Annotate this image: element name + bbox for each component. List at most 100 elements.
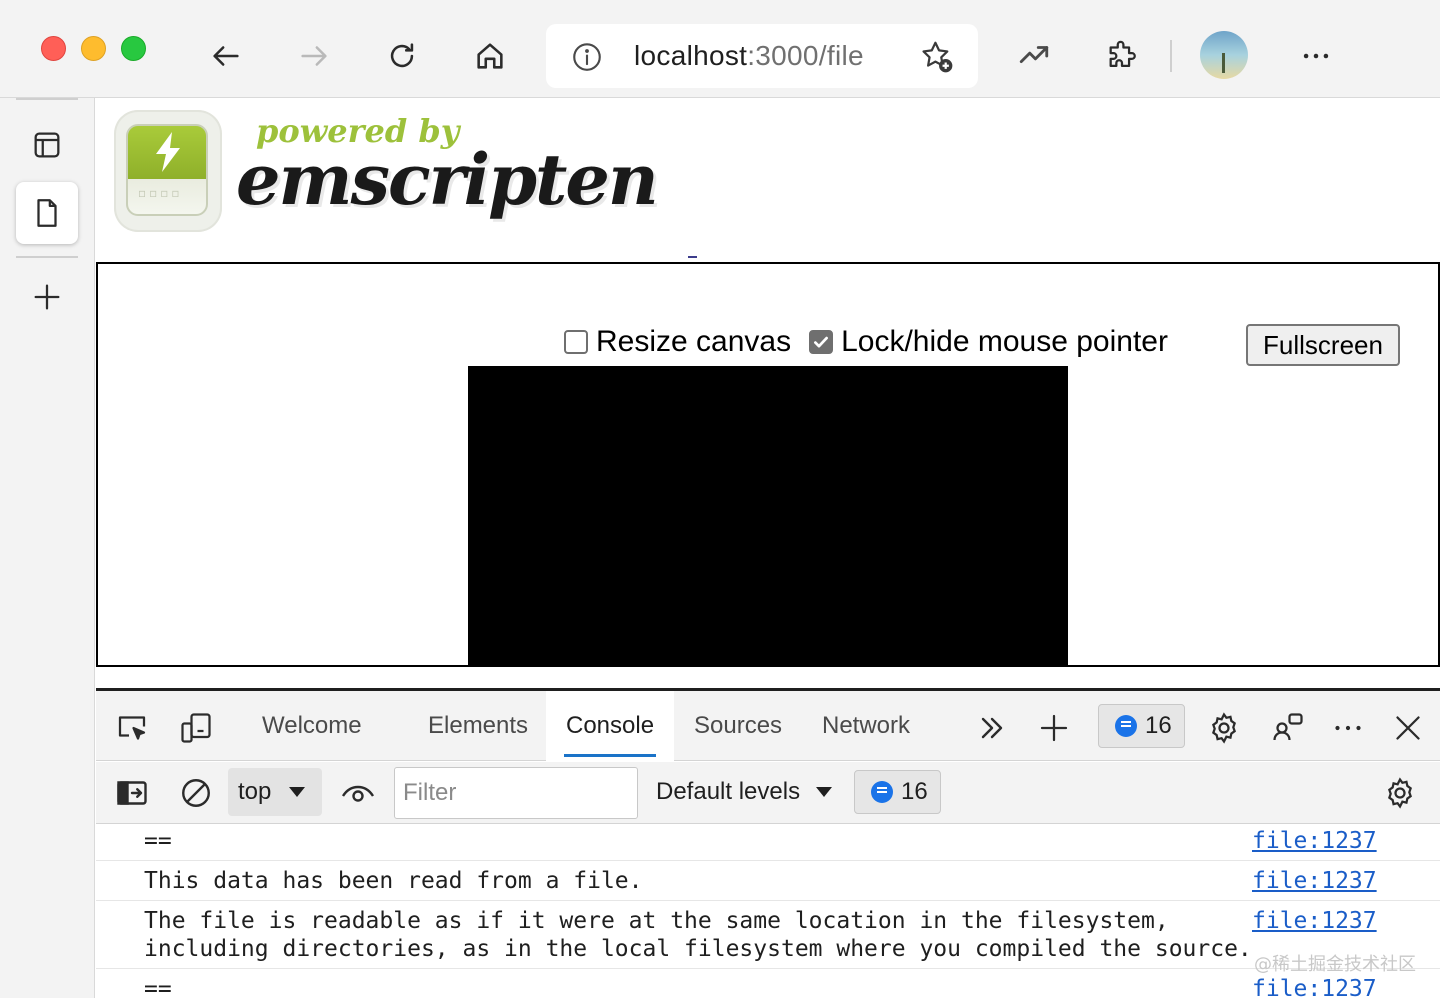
- console-toolbar: top Default levels 16: [96, 762, 1440, 824]
- tab-console[interactable]: Console: [546, 691, 675, 761]
- console-source-link[interactable]: file:1237: [1252, 827, 1377, 855]
- canvas-controls: Resize canvas Lock/hide mouse pointer: [564, 324, 1186, 360]
- console-message: The file is readable as if it were at th…: [96, 901, 1440, 969]
- devtools-panel: Welcome Elements Console Sources Network…: [96, 688, 1440, 998]
- zoom-window-button[interactable]: [121, 36, 146, 61]
- console-message-text: ==: [144, 976, 172, 998]
- gear-icon: [1212, 712, 1236, 744]
- device-emulation-button[interactable]: [176, 708, 216, 748]
- minimize-window-button[interactable]: [81, 36, 106, 61]
- console-settings-button[interactable]: [1380, 773, 1420, 813]
- sidebar-divider: [16, 256, 78, 258]
- resize-canvas-label[interactable]: Resize canvas: [596, 325, 791, 359]
- device-toggle-icon: [181, 713, 211, 743]
- add-favorite-icon[interactable]: [918, 38, 956, 76]
- context-value: top: [238, 778, 272, 805]
- sidebar-toggle-icon: [117, 781, 147, 805]
- lock-pointer-label[interactable]: Lock/hide mouse pointer: [841, 325, 1168, 359]
- lock-pointer-checkbox[interactable]: [809, 330, 834, 354]
- more-horizontal-icon: [1335, 725, 1361, 731]
- tab-welcome[interactable]: Welcome: [242, 691, 382, 761]
- tab-sources[interactable]: Sources: [674, 691, 802, 761]
- fullscreen-button[interactable]: Fullscreen: [1246, 324, 1400, 366]
- javascript-context-select[interactable]: top: [228, 768, 322, 816]
- console-filter-input[interactable]: [394, 767, 638, 819]
- tab-actions-button[interactable]: [16, 114, 78, 176]
- caret-down-icon: [816, 787, 833, 797]
- sidebar-tab-file[interactable]: [16, 182, 78, 244]
- home-button[interactable]: [468, 34, 512, 78]
- logo-wordmark: emscripten: [236, 138, 659, 221]
- console-message-counter[interactable]: 16: [854, 770, 941, 814]
- gear-icon: [1388, 777, 1412, 809]
- show-console-sidebar-button[interactable]: [112, 773, 152, 813]
- browser-titlebar: localhost:3000/file: [0, 0, 1440, 98]
- toolbar-divider: [1170, 40, 1172, 72]
- puzzle-icon: [1109, 40, 1136, 68]
- extensions-button[interactable]: [1100, 34, 1144, 78]
- document-icon: [37, 199, 57, 227]
- feedback-button[interactable]: [1268, 708, 1308, 748]
- sidebar-divider: [16, 98, 78, 100]
- address-url[interactable]: localhost:3000/file: [634, 40, 864, 72]
- tab-network[interactable]: Network: [802, 691, 930, 761]
- forward-button[interactable]: [292, 34, 336, 78]
- watermark: @稀土掘金技术社区: [1254, 954, 1416, 975]
- vertical-tabs-sidebar: [0, 98, 95, 998]
- close-devtools-button[interactable]: [1388, 708, 1428, 748]
- address-bar[interactable]: localhost:3000/file: [546, 24, 978, 88]
- console-source-link[interactable]: file:1237: [1252, 975, 1377, 998]
- emscripten-logo[interactable]: ▫▫▫▫ powered by emscripten: [114, 110, 659, 236]
- add-tool-button[interactable]: [1034, 708, 1074, 748]
- info-icon[interactable]: [570, 40, 604, 74]
- close-icon: [1396, 716, 1420, 740]
- devtools-settings-button[interactable]: [1204, 708, 1244, 748]
- eye-icon: [341, 785, 375, 802]
- more-tabs-button[interactable]: [972, 708, 1012, 748]
- refresh-icon: [390, 43, 414, 68]
- performance-button[interactable]: [1012, 34, 1056, 78]
- plus-icon: [1040, 714, 1068, 742]
- message-bubble-icon: [1115, 715, 1137, 737]
- resize-canvas-checkbox[interactable]: [564, 330, 588, 354]
- lightning-icon: [156, 132, 180, 172]
- feedback-people-icon: [1273, 713, 1303, 741]
- customize-devtools-button[interactable]: [1328, 708, 1368, 748]
- checkmark-icon: [814, 336, 829, 348]
- emscripten-canvas[interactable]: [468, 366, 1068, 667]
- arrow-right-icon: [301, 46, 327, 66]
- link-underline-mark: [688, 256, 697, 258]
- console-message: This data has been read from a file. fil…: [96, 861, 1440, 901]
- console-message-text: The file is readable as if it were at th…: [144, 908, 1252, 962]
- close-window-button[interactable]: [41, 36, 66, 61]
- console-message: == file:1237: [96, 969, 1440, 998]
- refresh-button[interactable]: [380, 34, 424, 78]
- inspect-cursor-icon: [118, 716, 146, 740]
- profile-avatar[interactable]: [1200, 31, 1248, 79]
- chevron-double-right-icon: [981, 717, 1003, 739]
- more-horizontal-icon: [1303, 53, 1329, 59]
- log-levels-dropdown[interactable]: Default levels: [656, 768, 833, 816]
- issues-counter-button[interactable]: 16: [1098, 704, 1185, 748]
- console-source-link[interactable]: file:1237: [1252, 867, 1377, 895]
- back-button[interactable]: [204, 34, 248, 78]
- issues-count: 16: [1145, 712, 1172, 739]
- trending-up-icon: [1019, 46, 1049, 64]
- tab-elements[interactable]: Elements: [408, 691, 548, 761]
- arrow-left-icon: [213, 46, 239, 66]
- console-source-link[interactable]: file:1237: [1252, 907, 1377, 935]
- console-message-text: This data has been read from a file.: [144, 868, 643, 894]
- live-expression-button[interactable]: [338, 773, 378, 813]
- settings-and-more-button[interactable]: [1294, 34, 1338, 78]
- console-output: == file:1237 This data has been read fro…: [96, 825, 1440, 998]
- log-levels-label: Default levels: [656, 778, 801, 805]
- console-message: == file:1237: [96, 825, 1440, 861]
- clear-console-button[interactable]: [176, 773, 216, 813]
- devtools-tabbar: Welcome Elements Console Sources Network…: [96, 691, 1440, 761]
- new-tab-button[interactable]: [16, 266, 78, 328]
- block-icon: [182, 779, 210, 807]
- inspect-element-button[interactable]: [112, 708, 152, 748]
- page-content: ▫▫▫▫ powered by emscripten Resize canvas…: [96, 98, 1440, 688]
- home-icon: [477, 43, 503, 69]
- plus-icon: [34, 284, 60, 310]
